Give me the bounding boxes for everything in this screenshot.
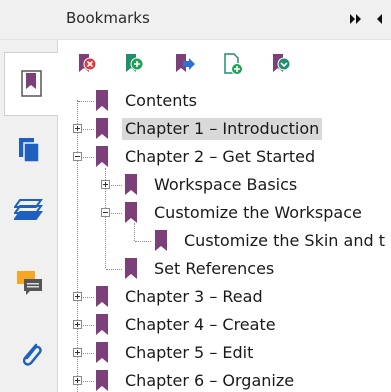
panel-title: Bookmarks <box>66 9 150 27</box>
double-chevron-right-icon[interactable] <box>349 13 363 25</box>
tree-item-label: Chapter 3 – Read <box>125 287 263 306</box>
tree-item-label: Workspace Basics <box>154 175 298 194</box>
tree-item-chapter-1[interactable]: Chapter 1 – Introduction <box>58 116 391 142</box>
bookmark-icon <box>96 314 108 335</box>
tree-item-customize-skin[interactable]: Customize the Skin and t <box>58 228 391 254</box>
tab-pages[interactable] <box>0 124 58 180</box>
tree-item-label: Customize the Skin and t <box>184 231 385 250</box>
tree-item-chapter-5[interactable]: Chapter 5 – Edit <box>58 340 391 366</box>
tree-item-customize-workspace[interactable]: Customize the Workspace <box>58 200 391 226</box>
expand-toggle[interactable] <box>101 180 110 189</box>
tree-item-label: Chapter 5 – Edit <box>125 343 254 362</box>
bookmark-icon <box>96 342 108 363</box>
tab-comments[interactable] <box>0 240 58 296</box>
tree-item-label: Chapter 4 – Create <box>125 315 276 334</box>
pages-icon <box>19 138 40 163</box>
bookmark-icon <box>125 174 137 195</box>
tab-bookmarks[interactable] <box>4 52 58 116</box>
bookmark-icon <box>96 370 108 391</box>
tree-item-chapter-6[interactable]: Chapter 6 – Organize <box>58 368 391 392</box>
tree-item-chapter-2[interactable]: Chapter 2 – Get Started <box>58 144 391 170</box>
expand-toggle[interactable] <box>73 320 82 329</box>
tree-item-chapter-3[interactable]: Chapter 3 – Read <box>58 284 391 310</box>
bookmark-icon <box>96 90 108 111</box>
tree-item-label: Chapter 1 – Introduction <box>122 118 323 140</box>
bookmark-expand-icon[interactable] <box>269 52 295 78</box>
tree-item-contents[interactable]: Contents <box>58 88 391 114</box>
chevron-left-icon[interactable] <box>374 13 384 25</box>
tree-item-chapter-4[interactable]: Chapter 4 – Create <box>58 312 391 338</box>
comment-icon <box>17 271 42 295</box>
bookmark-delete-icon[interactable] <box>75 52 101 78</box>
tree-item-label: Customize the Workspace <box>154 203 362 222</box>
bookmark-icon <box>96 146 108 167</box>
tree-item-label: Contents <box>125 91 197 110</box>
tab-layers[interactable] <box>0 182 58 238</box>
tree-item-label: Chapter 6 – Organize <box>125 371 295 390</box>
page-add-icon[interactable] <box>221 52 247 78</box>
expand-toggle[interactable] <box>73 292 82 301</box>
tree-item-label: Set References <box>154 259 275 278</box>
tree-item-workspace-basics[interactable]: Workspace Basics <box>58 172 391 198</box>
bookmark-goto-icon[interactable] <box>172 52 198 78</box>
collapse-toggle[interactable] <box>73 152 82 161</box>
panel-header: Bookmarks <box>0 0 391 40</box>
paperclip-icon <box>22 343 42 366</box>
bookmark-icon <box>96 286 108 307</box>
layers-icon <box>14 199 43 220</box>
bookmark-icon <box>125 258 137 279</box>
bookmark-add-icon[interactable] <box>122 52 148 78</box>
bookmark-icon <box>125 202 137 223</box>
side-tab-bar <box>0 40 58 392</box>
tree-item-label: Chapter 2 – Get Started <box>125 147 316 166</box>
expand-toggle[interactable] <box>73 348 82 357</box>
bookmark-toolbar <box>58 40 391 88</box>
expand-toggle[interactable] <box>73 376 82 385</box>
bookmark-icon <box>155 230 167 251</box>
tree-item-set-references[interactable]: Set References <box>58 256 391 282</box>
collapse-toggle[interactable] <box>101 208 110 217</box>
tab-attachments[interactable] <box>0 310 58 366</box>
bookmark-tree: Contents Chapter 1 – Introduction Chapte… <box>58 88 391 392</box>
bookmark-page-icon <box>21 70 42 97</box>
bookmark-icon <box>96 118 108 139</box>
expand-toggle[interactable] <box>73 124 82 133</box>
